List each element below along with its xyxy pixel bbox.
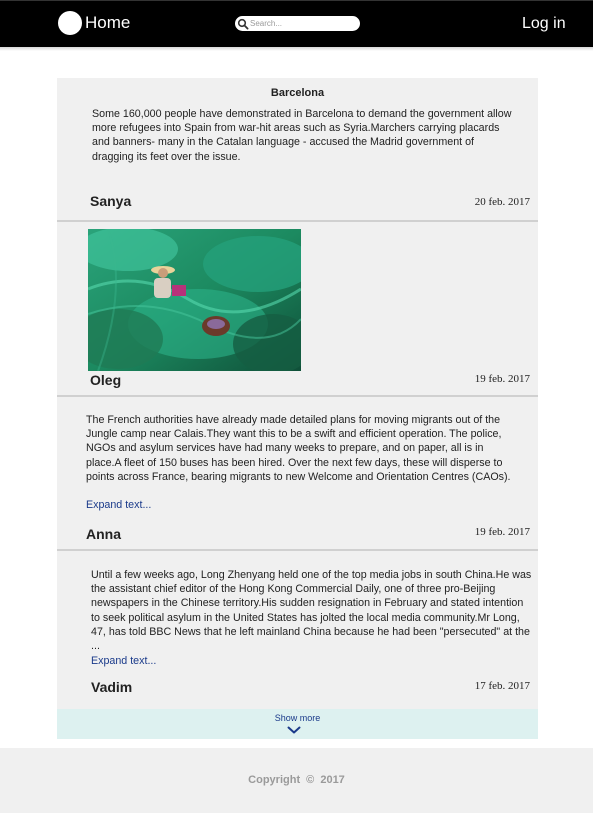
post-date: 20 feb. 2017 — [474, 196, 530, 208]
copyright-text: Copyright © 2017 — [248, 774, 345, 786]
post-text: Until a few weeks ago, Long Zhenyang hel… — [91, 569, 532, 653]
post-divider — [57, 220, 538, 222]
post-photo[interactable] — [88, 229, 301, 371]
post-date: 17 feb. 2017 — [474, 680, 530, 692]
search-box[interactable] — [235, 16, 360, 31]
post-text: The French authorities have already made… — [86, 414, 511, 483]
post-divider — [57, 549, 538, 551]
top-navbar: Home Log in — [0, 0, 593, 47]
login-link[interactable]: Log in — [522, 14, 566, 34]
post-author[interactable]: Anna — [86, 526, 121, 542]
header-shadow — [0, 47, 593, 51]
post-text: Some 160,000 people have demonstrated in… — [92, 108, 512, 163]
footer: Copyright © 2017 — [0, 748, 593, 813]
show-more-button[interactable]: Show more — [57, 709, 538, 739]
post-divider — [57, 395, 538, 397]
post-author[interactable]: Oleg — [90, 372, 121, 388]
photo-fishing-nets-icon — [88, 229, 301, 371]
chevron-down-icon — [287, 726, 301, 734]
home-link[interactable]: Home — [85, 13, 130, 33]
logo-icon[interactable] — [58, 11, 82, 35]
expand-text-link[interactable]: Expand text... — [86, 499, 151, 511]
post-date: 19 feb. 2017 — [474, 373, 530, 385]
search-input[interactable] — [250, 17, 354, 29]
show-more-label: Show more — [274, 713, 321, 723]
post-author[interactable]: Vadim — [91, 679, 132, 695]
post-title: Barcelona — [270, 87, 325, 99]
expand-text-link[interactable]: Expand text... — [91, 655, 156, 667]
search-icon — [237, 18, 249, 30]
post-date: 19 feb. 2017 — [474, 526, 530, 538]
post-feed: Barcelona Some 160,000 people have demon… — [57, 78, 538, 739]
post-author[interactable]: Sanya — [90, 193, 131, 209]
